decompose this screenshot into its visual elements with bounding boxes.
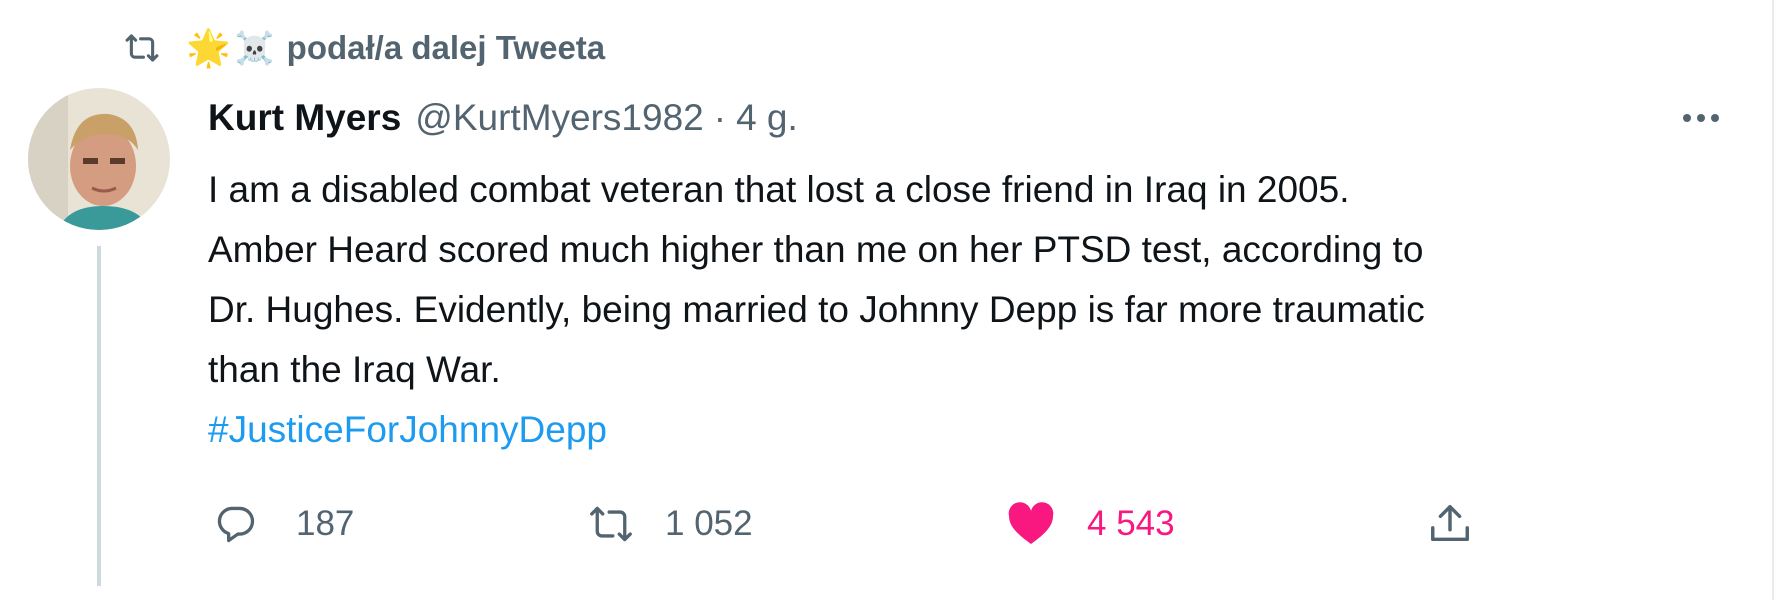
separator-dot: ·: [713, 97, 727, 138]
hashtag-link[interactable]: #JusticeForJohnnyDepp: [208, 409, 607, 450]
reply-button[interactable]: 187: [210, 496, 354, 552]
retweet-icon: [585, 498, 637, 550]
skull-flag-emoji: ☠️: [234, 30, 275, 66]
tweet-timestamp[interactable]: 4 g.: [736, 97, 798, 139]
star-emoji: 🌟: [186, 27, 231, 68]
share-icon: [1424, 498, 1476, 550]
tweet-text-line: I am a disabled combat veteran that lost…: [208, 169, 1350, 210]
thread-line: [97, 246, 101, 586]
like-button[interactable]: 4 543: [1005, 496, 1175, 552]
tweet-text-line: Dr. Hughes. Evidently, being married to …: [208, 289, 1425, 330]
tweet[interactable]: 🌟 ☠️ podał/a dalej Tweeta Kurt Myers @Ku…: [0, 0, 1782, 600]
panel-border: [1772, 0, 1774, 600]
tweet-header: Kurt Myers @KurtMyers1982 · 4 g.: [208, 90, 798, 146]
reply-count: 187: [296, 504, 355, 543]
tweet-text-line: Amber Heard scored much higher than me o…: [208, 229, 1424, 270]
retweeted-by-text[interactable]: podał/a dalej Tweeta: [287, 29, 605, 67]
more-options-button[interactable]: [1676, 100, 1726, 140]
reply-icon: [210, 498, 262, 550]
tweet-text-line: than the Iraq War.: [208, 349, 501, 390]
tweet-text: I am a disabled combat veteran that lost…: [208, 160, 1708, 460]
retweet-count: 1 052: [665, 504, 753, 543]
more-icon: [1681, 111, 1721, 129]
author-handle[interactable]: @KurtMyers1982: [415, 97, 703, 139]
heart-icon: [1005, 498, 1057, 550]
author-name[interactable]: Kurt Myers: [208, 97, 401, 139]
like-count: 4 543: [1087, 504, 1175, 543]
retweet-context-text-row: 🌟 ☠️ podał/a dalej Tweeta: [102, 26, 605, 70]
share-button[interactable]: [1424, 496, 1476, 552]
retweet-button[interactable]: 1 052: [585, 496, 753, 552]
avatar[interactable]: [28, 88, 170, 230]
